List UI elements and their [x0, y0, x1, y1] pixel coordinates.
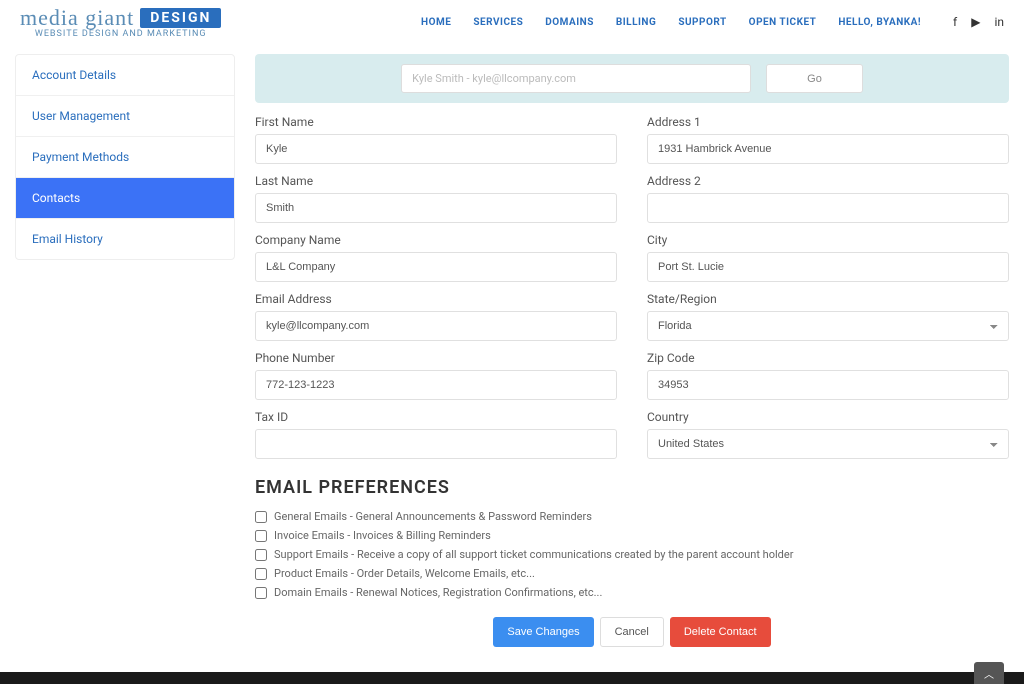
tax-id-group: Tax ID [255, 410, 617, 459]
zip-label: Zip Code [647, 351, 1009, 365]
contact-go-button[interactable]: Go [766, 64, 863, 93]
company-name-label: Company Name [255, 233, 617, 247]
nav-open-ticket[interactable]: OPEN TICKET [749, 17, 817, 28]
form-actions: Save Changes Cancel Delete Contact [255, 617, 1009, 647]
social-links: f ▶ in [953, 15, 1004, 29]
pref-support[interactable]: Support Emails - Receive a copy of all s… [255, 548, 1009, 561]
state-label: State/Region [647, 292, 1009, 306]
last-name-label: Last Name [255, 174, 617, 188]
email-preferences-title: EMAIL PREFERENCES [255, 477, 1009, 498]
sidebar-item-payment-methods[interactable]: Payment Methods [16, 137, 234, 178]
chevron-up-icon: ︿ [984, 666, 994, 681]
main-nav: HOME SERVICES DOMAINS BILLING SUPPORT OP… [421, 15, 1004, 29]
footer-bar: ︿ [0, 672, 1024, 684]
sidebar-item-contacts[interactable]: Contacts [16, 178, 234, 219]
tax-id-label: Tax ID [255, 410, 617, 424]
nav-domains[interactable]: DOMAINS [545, 17, 594, 28]
logo[interactable]: media giant DESIGN WEBSITE DESIGN AND MA… [20, 5, 221, 39]
linkedin-icon[interactable]: in [994, 15, 1004, 29]
pref-product-checkbox[interactable] [255, 568, 267, 580]
save-button[interactable]: Save Changes [493, 617, 593, 647]
email-group: Email Address [255, 292, 617, 341]
contact-selector-input[interactable]: Kyle Smith - kyle@llcompany.com [401, 64, 751, 93]
pref-invoice-checkbox[interactable] [255, 530, 267, 542]
delete-button[interactable]: Delete Contact [670, 617, 771, 647]
last-name-group: Last Name [255, 174, 617, 223]
address2-input[interactable] [647, 193, 1009, 223]
logo-subtitle: WEBSITE DESIGN AND MARKETING [35, 29, 207, 39]
main-container: Account Details User Management Payment … [0, 44, 1024, 662]
country-select[interactable]: United States [647, 429, 1009, 459]
sidebar-item-user-management[interactable]: User Management [16, 96, 234, 137]
email-label: Email Address [255, 292, 617, 306]
pref-invoice[interactable]: Invoice Emails - Invoices & Billing Remi… [255, 529, 1009, 542]
city-label: City [647, 233, 1009, 247]
tax-id-input[interactable] [255, 429, 617, 459]
email-input[interactable] [255, 311, 617, 341]
nav-support[interactable]: SUPPORT [678, 17, 726, 28]
zip-input[interactable] [647, 370, 1009, 400]
pref-domain[interactable]: Domain Emails - Renewal Notices, Registr… [255, 586, 1009, 599]
state-select[interactable]: Florida [647, 311, 1009, 341]
state-group: State/Region Florida [647, 292, 1009, 341]
city-input[interactable] [647, 252, 1009, 282]
company-name-input[interactable] [255, 252, 617, 282]
main-content: Kyle Smith - kyle@llcompany.com Go First… [255, 54, 1009, 647]
address1-group: Address 1 [647, 115, 1009, 164]
country-label: Country [647, 410, 1009, 424]
topbar: media giant DESIGN WEBSITE DESIGN AND MA… [0, 0, 1024, 44]
first-name-group: First Name [255, 115, 617, 164]
address2-label: Address 2 [647, 174, 1009, 188]
city-group: City [647, 233, 1009, 282]
cancel-button[interactable]: Cancel [600, 617, 664, 647]
logo-design-badge: DESIGN [140, 8, 221, 28]
last-name-input[interactable] [255, 193, 617, 223]
pref-general[interactable]: General Emails - General Announcements &… [255, 510, 1009, 523]
nav-services[interactable]: SERVICES [473, 17, 523, 28]
nav-billing[interactable]: BILLING [616, 17, 656, 28]
company-name-group: Company Name [255, 233, 617, 282]
first-name-input[interactable] [255, 134, 617, 164]
email-preferences-list: General Emails - General Announcements &… [255, 510, 1009, 599]
address2-group: Address 2 [647, 174, 1009, 223]
zip-group: Zip Code [647, 351, 1009, 400]
pref-domain-checkbox[interactable] [255, 587, 267, 599]
phone-group: Phone Number [255, 351, 617, 400]
nav-hello-user[interactable]: HELLO, BYANKA! [838, 17, 921, 28]
phone-label: Phone Number [255, 351, 617, 365]
pref-product[interactable]: Product Emails - Order Details, Welcome … [255, 567, 1009, 580]
scroll-top-button[interactable]: ︿ [974, 662, 1004, 684]
phone-input[interactable] [255, 370, 617, 400]
first-name-label: First Name [255, 115, 617, 129]
pref-general-checkbox[interactable] [255, 511, 267, 523]
nav-home[interactable]: HOME [421, 17, 451, 28]
address1-label: Address 1 [647, 115, 1009, 129]
sidebar: Account Details User Management Payment … [15, 54, 235, 260]
sidebar-item-email-history[interactable]: Email History [16, 219, 234, 259]
facebook-icon[interactable]: f [953, 15, 957, 29]
country-group: Country United States [647, 410, 1009, 459]
logo-text: media giant [20, 5, 134, 31]
address1-input[interactable] [647, 134, 1009, 164]
youtube-icon[interactable]: ▶ [971, 15, 980, 29]
pref-support-checkbox[interactable] [255, 549, 267, 561]
form-grid: First Name Address 1 Last Name Address 2… [255, 115, 1009, 459]
sidebar-item-account-details[interactable]: Account Details [16, 55, 234, 96]
contact-selector-row: Kyle Smith - kyle@llcompany.com Go [255, 54, 1009, 103]
